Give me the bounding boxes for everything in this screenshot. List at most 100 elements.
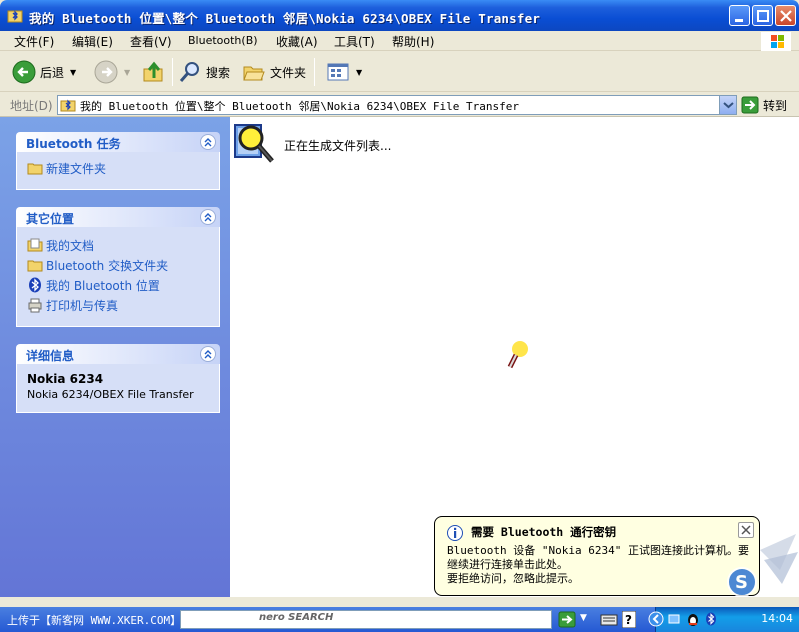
balloon-title: 需要 Bluetooth 通行密钥 [471,525,617,539]
bluetooth-tasks-header[interactable]: Bluetooth 任务 [16,132,220,152]
up-button[interactable] [142,58,166,86]
keyboard-icon[interactable] [600,612,618,627]
bluetooth-passkey-balloon[interactable]: 需要 Bluetooth 通行密钥 Bluetooth 设备 "Nokia 62… [434,516,760,596]
folders-button[interactable]: 文件夹 [242,58,306,86]
bluetooth-icon [29,277,41,293]
go-arrow-icon[interactable] [558,611,576,628]
details-header[interactable]: 详细信息 [16,344,220,364]
back-label: 后退 [40,65,65,80]
search-button[interactable]: 搜索 [178,58,230,86]
upload-caption: 上传于【新客网 WWW.XKER.COM】 [7,614,182,627]
back-button[interactable]: 后退 ▼ [12,58,76,86]
qq-penguin-icon[interactable] [686,612,700,626]
network-icon[interactable] [668,612,682,626]
taskbar-search-input[interactable]: nero SEARCH [180,610,552,629]
my-documents-link[interactable]: 我的文档 [27,235,209,255]
window-title: 我的 Bluetooth 位置\整个 Bluetooth 邻居\Nokia 62… [29,11,541,26]
address-value: 我的 Bluetooth 位置\整个 Bluetooth 邻居\Nokia 62… [80,100,519,113]
printers-and-faxes-link[interactable]: 打印机与传真 [27,295,209,315]
folder-icon [27,260,43,272]
search-label: 搜索 [206,65,231,80]
go-button[interactable]: 转到 [741,95,787,115]
generating-file-list-text: 正在生成文件列表... [284,139,392,153]
status-strip [0,597,799,607]
bluetooth-tray-icon[interactable] [704,612,718,626]
svg-text:S: S [735,572,748,593]
bluetooth-tasks-body: 新建文件夹 [16,152,220,190]
device-name: Nokia 6234 [27,372,104,386]
collapse-chevron-icon[interactable] [200,209,216,225]
new-folder-icon [27,163,43,175]
new-folder-link[interactable]: 新建文件夹 [27,158,209,178]
other-places-header[interactable]: 其它位置 [16,207,220,227]
go-arrow-icon [741,96,759,114]
tray-expand-icon[interactable] [648,611,664,627]
my-documents-label: 我的文档 [46,238,95,253]
menu-favorites[interactable]: 收藏(A) [276,33,318,50]
forward-arrow-icon [94,60,118,84]
my-bluetooth-places-label: 我的 Bluetooth 位置 [46,278,160,293]
my-documents-icon [27,238,43,252]
help-icon[interactable]: ? [622,611,636,628]
nero-search-logo: nero SEARCH [259,612,334,623]
windows-logo-icon [761,32,791,51]
address-label: 地址(D) [10,99,53,113]
close-button[interactable] [775,5,796,26]
my-bluetooth-places-link[interactable]: 我的 Bluetooth 位置 [27,275,209,295]
views-button[interactable]: ▼ [326,58,362,86]
bluetooth-folder-icon [7,10,23,23]
toolbar-separator [172,58,173,86]
address-dropdown-button[interactable] [719,96,736,114]
toolbar: 后退 ▼ ▼ 搜索 文件夹 ▼ [0,52,799,92]
details-group: 详细信息 Nokia 6234 Nokia 6234/OBEX File Tra… [16,344,220,413]
balloon-message: Bluetooth 设备 "Nokia 6234" 正试图连接此计算机。要继续进… [447,544,749,571]
forward-dropdown-icon[interactable]: ▼ [124,68,130,77]
bluetooth-exchange-folder-link[interactable]: Bluetooth 交换文件夹 [27,255,209,275]
address-bar: 地址(D) 我的 Bluetooth 位置\整个 Bluetooth 邻居\No… [0,92,799,117]
menu-view[interactable]: 查看(V) [130,33,172,50]
new-folder-label: 新建文件夹 [46,161,107,176]
other-places-group: 其它位置 我的文档 Bluetooth 交换文件夹 我的 Bluetooth 位… [16,207,220,327]
folder-up-icon [143,61,163,82]
busy-cursor-icon [507,341,528,369]
bluetooth-folder-icon [60,99,76,112]
details-title: 详细信息 [26,349,75,363]
maximize-button[interactable] [752,5,773,26]
menu-bluetooth[interactable]: Bluetooth(B) [188,34,258,47]
collapse-chevron-icon[interactable] [200,134,216,150]
balloon-body: Bluetooth 设备 "Nokia 6234" 正试图连接此计算机。要继续进… [447,544,752,586]
taskbar-address-toolbar: 上传于【新客网 WWW.XKER.COM】 nero SEARCH ▼ ? [0,607,655,632]
chevron-down-icon [723,102,734,109]
menu-tools[interactable]: 工具(T) [334,33,375,50]
views-dropdown-icon[interactable]: ▼ [356,68,362,77]
details-body: Nokia 6234 Nokia 6234/OBEX File Transfer [16,364,220,413]
menu-help[interactable]: 帮助(H) [392,33,434,50]
go-label: 转到 [763,98,788,113]
search-icon [179,62,199,82]
printers-and-faxes-label: 打印机与传真 [46,298,119,313]
watermark-logo-icon: S [727,534,798,597]
bluetooth-tasks-title: Bluetooth 任务 [26,137,121,151]
back-dropdown-icon[interactable]: ▼ [70,68,76,77]
forward-button[interactable]: ▼ [94,58,130,86]
menu-edit[interactable]: 编辑(E) [72,33,113,50]
svg-text:?: ? [625,613,632,627]
task-pane: Bluetooth 任务 新建文件夹 其它位置 我的文档 Bluetooth 交… [0,117,230,597]
toolbar-separator [314,58,315,86]
menu-file[interactable]: 文件(F) [14,33,54,50]
bluetooth-exchange-folder-label: Bluetooth 交换文件夹 [46,258,169,273]
device-description: Nokia 6234/OBEX File Transfer [27,388,194,401]
address-input[interactable]: 我的 Bluetooth 位置\整个 Bluetooth 邻居\Nokia 62… [57,95,737,115]
chevron-down-icon[interactable]: ▼ [580,613,587,623]
title-bar[interactable]: 我的 Bluetooth 位置\整个 Bluetooth 邻居\Nokia 62… [0,0,799,31]
printer-icon [28,298,42,313]
other-places-title: 其它位置 [26,212,75,226]
minimize-button[interactable] [729,5,750,26]
collapse-chevron-icon[interactable] [200,346,216,362]
folders-label: 文件夹 [270,65,307,80]
other-places-body: 我的文档 Bluetooth 交换文件夹 我的 Bluetooth 位置 打印机… [16,227,220,327]
menu-bar: 文件(F) 编辑(E) 查看(V) Bluetooth(B) 收藏(A) 工具(… [0,31,799,51]
bluetooth-tasks-group: Bluetooth 任务 新建文件夹 [16,132,220,190]
close-icon [780,10,792,22]
searching-document-icon [234,124,274,163]
